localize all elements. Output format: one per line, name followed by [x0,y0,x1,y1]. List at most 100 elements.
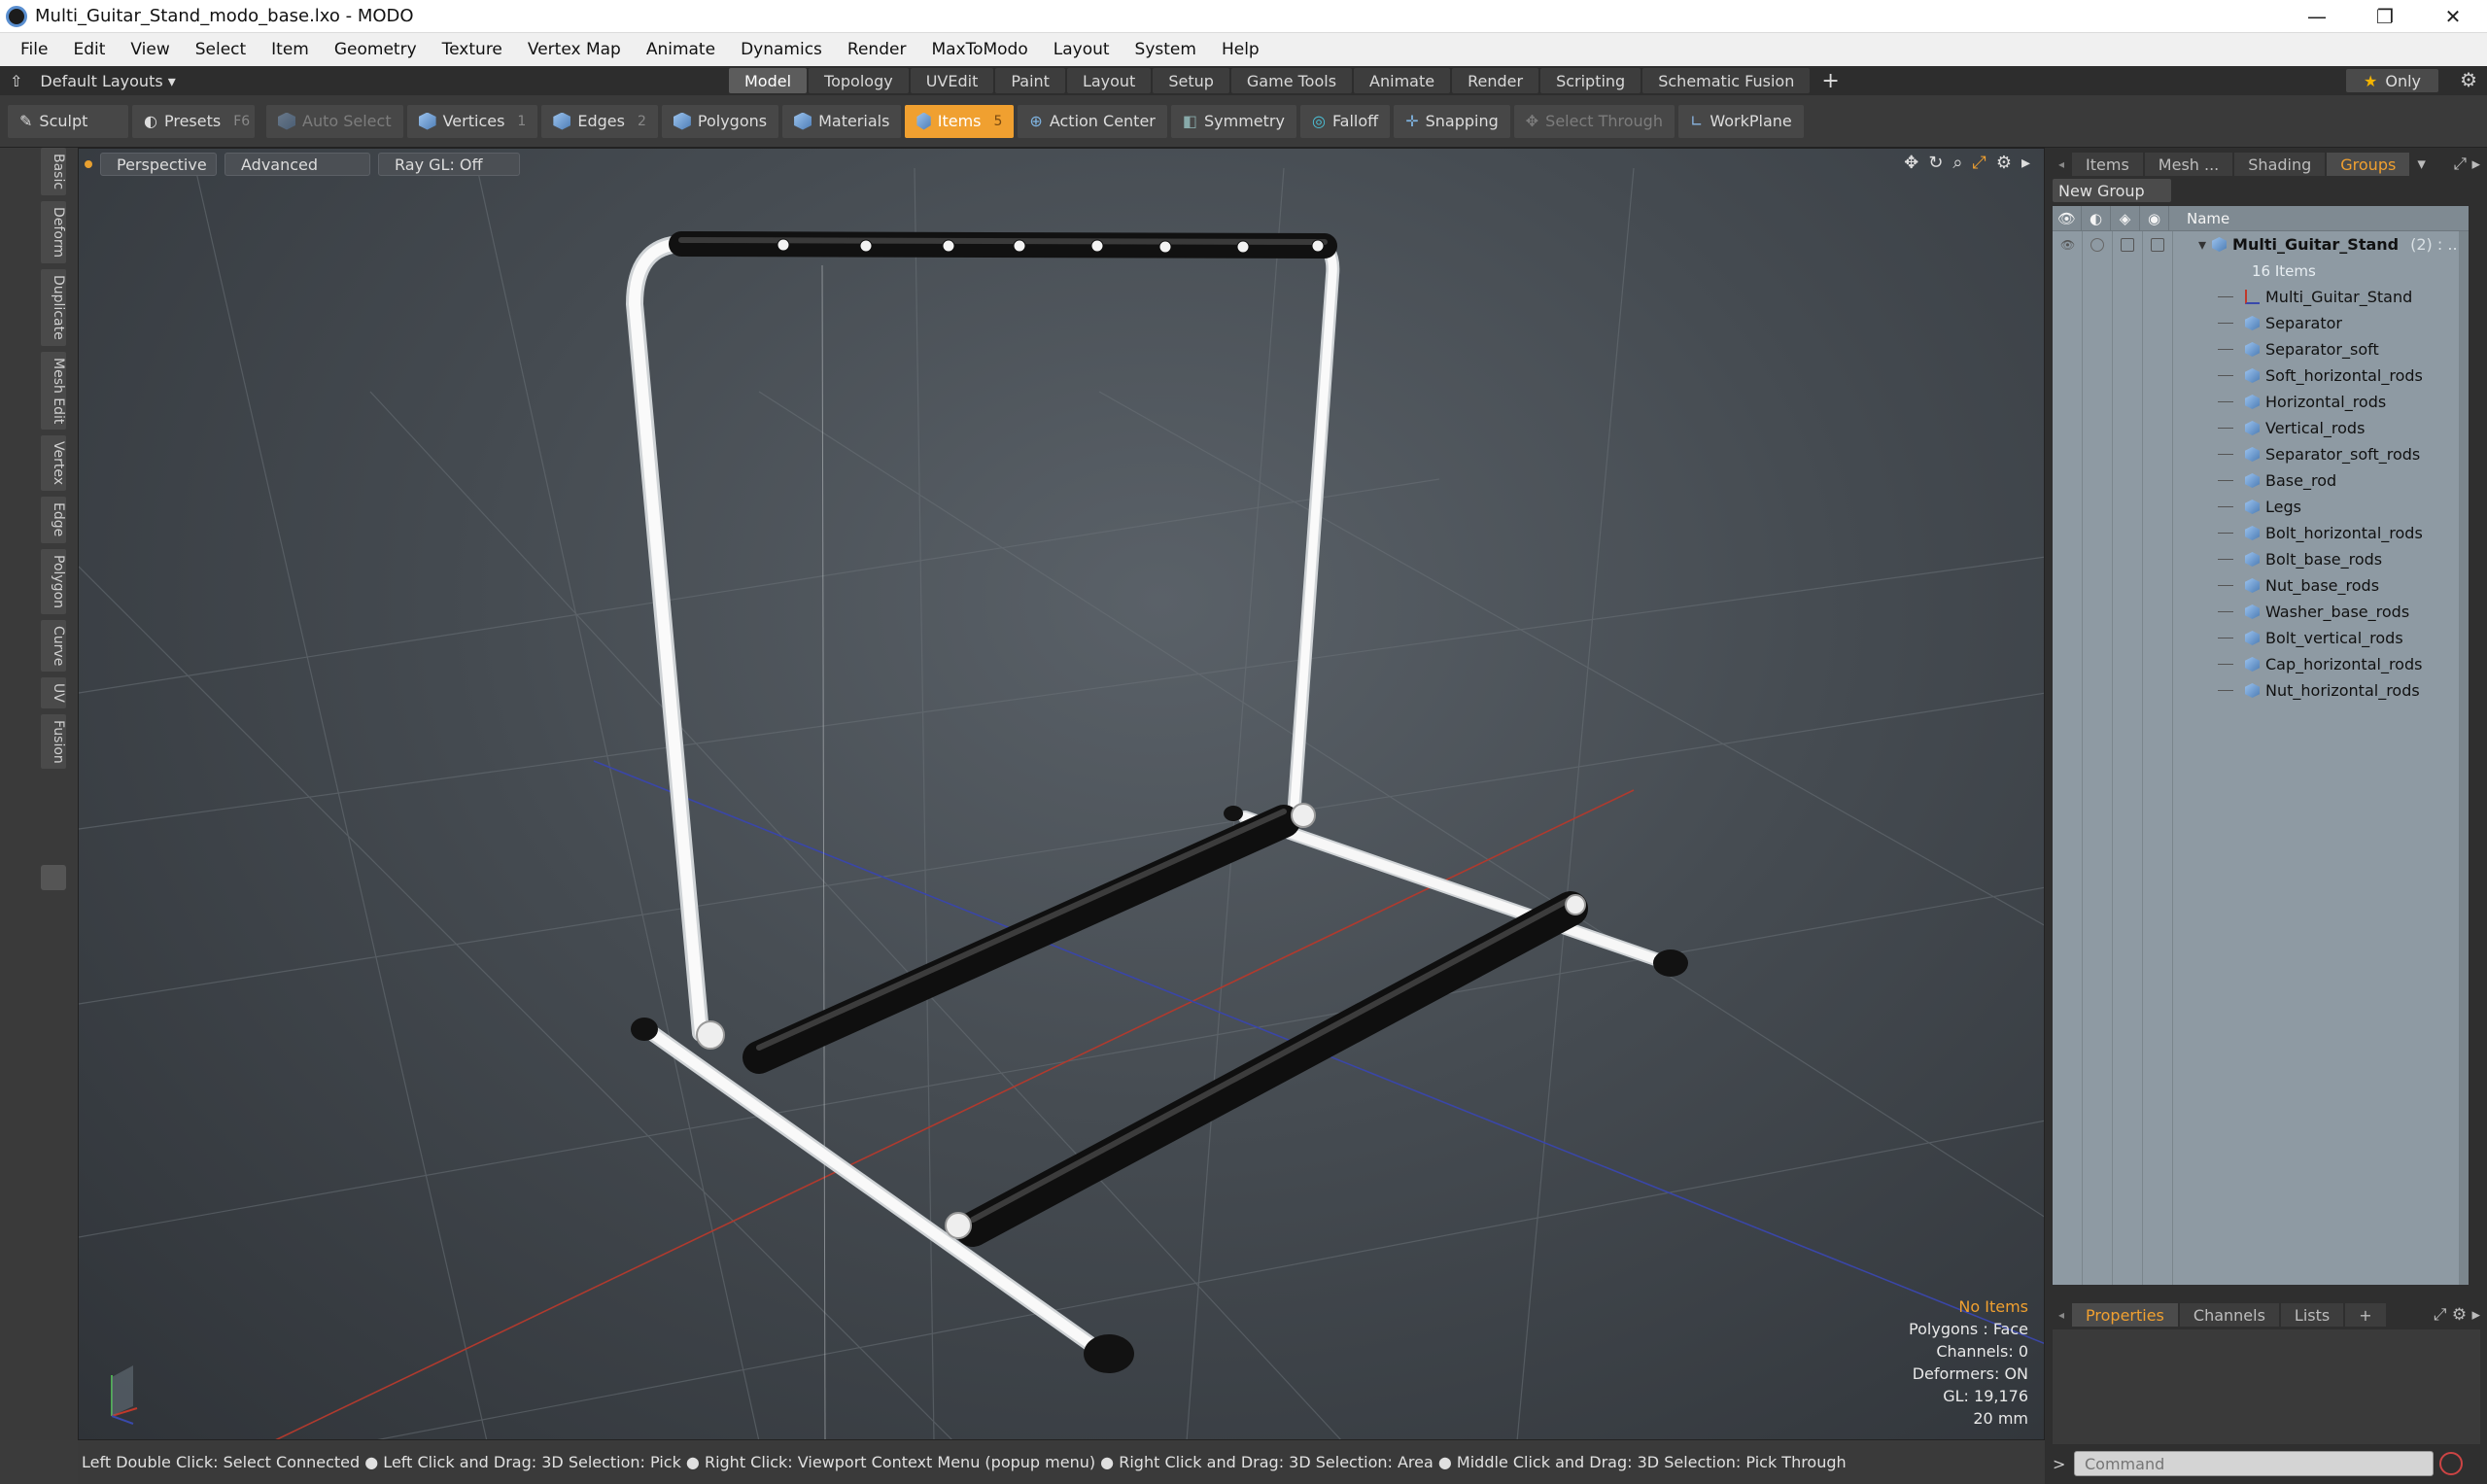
close-button[interactable]: ✕ [2419,0,2487,33]
menu-layout[interactable]: Layout [1041,40,1123,59]
tab-channels[interactable]: Channels [2179,1303,2279,1327]
group-item-row[interactable]: Vertical_rods [2053,415,2469,441]
menu-render[interactable]: Render [835,40,919,59]
props-collapse-icon[interactable]: ◂ [2053,1308,2070,1322]
collapse-arrow-icon[interactable]: ▾ [2198,235,2206,254]
menu-file[interactable]: File [8,40,60,59]
visibility-column-icon[interactable]: 👁 [2053,205,2082,231]
tab-items[interactable]: Items [2072,153,2143,176]
sculpt-button[interactable]: ✎ Sculpt [8,104,128,138]
tool-tab-mesh-edit[interactable]: Mesh Edit [41,351,66,431]
add-properties-tab[interactable]: + [2345,1303,2386,1327]
lock-toggle-icon[interactable] [2121,238,2134,252]
tab-topology[interactable]: Topology [809,68,909,93]
menu-animate[interactable]: Animate [634,40,728,59]
vertices-button[interactable]: Vertices 1 [406,104,538,138]
tab-setup[interactable]: Setup [1153,68,1229,93]
group-item-row[interactable]: Bolt_horizontal_rods [2053,520,2469,546]
edges-button[interactable]: Edges 2 [541,104,658,138]
groups-list-scrollbar[interactable] [2459,231,2469,1285]
tab-paint[interactable]: Paint [995,68,1065,93]
menu-vertex-map[interactable]: Vertex Map [515,40,634,59]
record-macro-icon[interactable] [2439,1452,2463,1475]
group-item-row[interactable]: Bolt_vertical_rods [2053,625,2469,651]
menu-view[interactable]: View [118,40,182,59]
shading-advanced-dropdown[interactable]: Advanced [225,153,370,176]
group-item-row[interactable]: Nut_horizontal_rods [2053,677,2469,704]
action-center-button[interactable]: ⊕ Action Center [1018,104,1167,138]
tab-groups[interactable]: Groups [2327,153,2410,176]
tab-model[interactable]: Model [729,68,808,93]
menu-maxtomodo[interactable]: MaxToModo [918,40,1040,59]
panel-collapse-icon[interactable]: ◂ [2053,157,2070,171]
3d-viewport[interactable]: Perspective Advanced Ray GL: Off ✥ ↻ ⌕ ⤢… [78,148,2045,1440]
tool-tab-uv[interactable]: UV [41,676,66,708]
tab-uvedit[interactable]: UVEdit [910,68,994,93]
raygl-dropdown[interactable]: Ray GL: Off [378,153,520,176]
tool-tab-curve[interactable]: Curve [41,619,66,672]
group-item-row[interactable]: Cap_horizontal_rods [2053,651,2469,677]
tool-tab-deform[interactable]: Deform [41,201,66,264]
materials-button[interactable]: Materials [782,104,902,138]
fit-icon[interactable]: ⤢ [1972,153,1986,173]
expand-panel-icon[interactable]: ⤢ ▸ [2453,155,2480,174]
tool-tab-duplicate[interactable]: Duplicate [41,269,66,346]
group-item-row[interactable]: Separator_soft [2053,336,2469,362]
gear-icon[interactable]: ⚙ [2460,68,2477,91]
snapping-button[interactable]: ✛ Snapping [1394,104,1510,138]
add-tab-icon[interactable]: + [1812,68,1848,93]
tab-scripting[interactable]: Scripting [1540,68,1641,93]
tab-layout[interactable]: Layout [1066,68,1152,93]
falloff-button[interactable]: ◎ Falloff [1299,104,1391,138]
group-item-row[interactable]: Horizontal_rods [2053,389,2469,415]
maximize-button[interactable]: ❐ [2351,0,2419,33]
tab-shading[interactable]: Shading [2234,153,2326,176]
render-toggle-icon[interactable] [2090,238,2104,252]
menu-geometry[interactable]: Geometry [322,40,430,59]
menu-system[interactable]: System [1123,40,1209,59]
select-through-button[interactable]: ✥ Select Through [1513,104,1675,138]
tool-tab-polygon[interactable]: Polygon [41,548,66,614]
tool-tab-extra[interactable] [41,865,66,890]
rotate-icon[interactable]: ↻ [1928,153,1943,173]
group-item-row[interactable]: Base_rod [2053,467,2469,494]
tool-tab-edge[interactable]: Edge [41,497,66,543]
group-item-row[interactable]: Multi_Guitar_Stand [2053,284,2469,310]
viewport-gear-icon[interactable]: ⚙ [1996,153,2012,173]
group-item-row[interactable]: Nut_base_rods [2053,572,2469,599]
select-column-icon[interactable]: ◉ [2140,205,2169,231]
props-expand-icon[interactable]: ⤢ ⚙ ▸ [2434,1305,2480,1325]
view-type-dropdown[interactable]: Perspective [100,153,217,176]
tool-tab-vertex[interactable]: Vertex [41,435,66,492]
presets-button[interactable]: ◐ Presets F6 [132,104,255,138]
tab-properties[interactable]: Properties [2072,1303,2178,1327]
tab-schematic-fusion[interactable]: Schematic Fusion [1642,68,1811,93]
menu-item[interactable]: Item [259,40,322,59]
menu-select[interactable]: Select [183,40,259,59]
zoom-icon[interactable]: ⌕ [1952,153,1962,173]
lock-column-icon[interactable]: ◈ [2111,205,2140,231]
render-column-icon[interactable]: ◐ [2082,205,2111,231]
default-layouts-dropdown[interactable]: Default Layouts ▾ [40,72,175,90]
group-root-row[interactable]: 👁 ▾ Multi_Guitar_Stand (2) : ... [2053,231,2469,258]
items-button[interactable]: Items 5 [905,104,1015,138]
select-toggle-icon[interactable] [2151,238,2164,252]
group-item-row[interactable]: Separator_soft_rods [2053,441,2469,467]
menu-edit[interactable]: Edit [60,40,118,59]
group-item-row[interactable]: Legs [2053,494,2469,520]
tab-animate[interactable]: Animate [1354,68,1451,93]
only-toggle[interactable]: ★ Only [2346,69,2438,92]
viewport-menu-arrow-icon[interactable]: ▸ [2021,153,2030,173]
symmetry-button[interactable]: ◧ Symmetry [1170,104,1296,138]
visibility-eye-icon[interactable]: 👁 [2060,238,2075,252]
group-item-row[interactable]: Separator [2053,310,2469,336]
new-group-button[interactable]: New Group [2053,179,2171,202]
tool-tab-fusion[interactable]: Fusion [41,713,66,770]
pan-icon[interactable]: ✥ [1904,153,1918,173]
minimize-button[interactable]: — [2283,0,2351,33]
tool-tab-basic[interactable]: Basic [41,148,66,196]
tab-render[interactable]: Render [1452,68,1539,93]
workplane-button[interactable]: ∟ WorkPlane [1677,104,1804,138]
auto-select-button[interactable]: Auto Select [266,104,403,138]
menu-help[interactable]: Help [1209,40,1272,59]
